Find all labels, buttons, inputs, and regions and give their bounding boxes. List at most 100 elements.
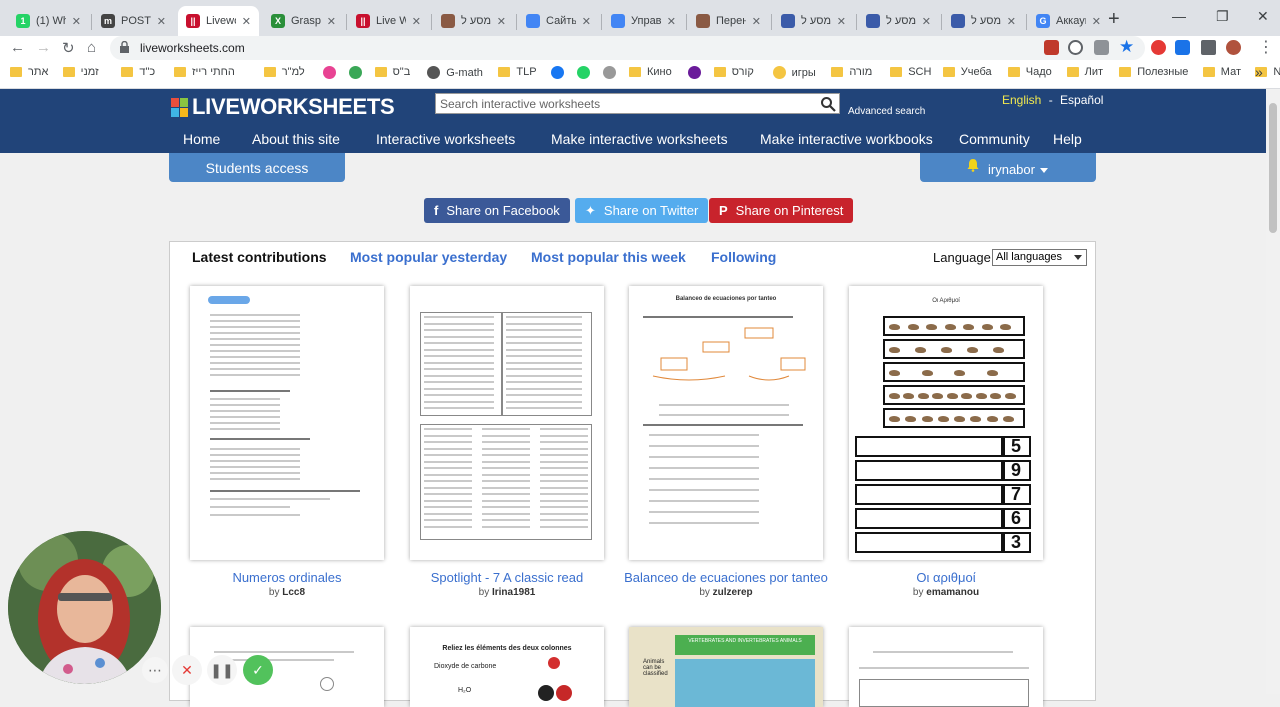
search-icon[interactable] bbox=[820, 96, 836, 112]
browser-tab[interactable]: 1 (1) Wha ✕ bbox=[8, 6, 89, 36]
author-name[interactable]: zulzerep bbox=[713, 587, 753, 598]
tab-close-icon[interactable]: ✕ bbox=[72, 15, 81, 28]
bookmark-item[interactable]: Учеба bbox=[942, 66, 992, 78]
lang-spanish-link[interactable]: Español bbox=[1060, 93, 1103, 107]
nav-home[interactable]: Home bbox=[183, 131, 220, 147]
bookmark-item[interactable]: מורה bbox=[831, 66, 872, 78]
bookmark-item[interactable] bbox=[322, 66, 342, 79]
worksheet-card[interactable]: Reliez les éléments des deux colonnes Di… bbox=[410, 627, 604, 707]
bookmark-item[interactable]: G-math bbox=[427, 66, 483, 79]
worksheet-title[interactable]: Οι αριθμοί bbox=[836, 570, 1056, 585]
tab-close-icon[interactable]: ✕ bbox=[922, 15, 931, 28]
bookmark-item[interactable] bbox=[603, 66, 622, 79]
author-name[interactable]: emamanou bbox=[926, 587, 979, 598]
page-scrollbar[interactable] bbox=[1266, 89, 1280, 694]
pause-recording-icon[interactable]: ❚❚ bbox=[207, 655, 237, 685]
share-pinterest-button[interactable]: P Share on Pinterest bbox=[709, 198, 854, 223]
tab-popular-week[interactable]: Most popular this week bbox=[531, 249, 686, 265]
nav-community[interactable]: Community bbox=[959, 131, 1030, 147]
nav-interactive-worksheets[interactable]: Interactive worksheets bbox=[376, 131, 515, 147]
nav-help[interactable]: Help bbox=[1053, 131, 1082, 147]
bookmark-item[interactable]: Мат bbox=[1202, 66, 1241, 78]
site-logo[interactable]: LIVEWORKSHEETS bbox=[171, 94, 395, 120]
tab-close-icon[interactable]: ✕ bbox=[582, 15, 591, 28]
bookmark-item[interactable]: קורס bbox=[713, 66, 754, 78]
browser-tab[interactable]: מסע ל ✕ bbox=[943, 6, 1024, 36]
browser-tab[interactable]: מסע ל ✕ bbox=[858, 6, 939, 36]
tab-popular-yesterday[interactable]: Most popular yesterday bbox=[350, 249, 507, 265]
browser-tab[interactable]: m POST di ✕ bbox=[93, 6, 174, 36]
bookmark-item[interactable]: ב"ס bbox=[374, 66, 410, 78]
bookmark-item[interactable]: Полезные bbox=[1119, 66, 1188, 78]
delete-recording-icon[interactable]: ✕ bbox=[172, 655, 202, 685]
address-bar[interactable]: liveworksheets.com bbox=[110, 36, 1145, 60]
worksheet-card[interactable]: Οι Αριθμοί 5 9 7 6 3 bbox=[849, 286, 1043, 560]
author-name[interactable]: Irina1981 bbox=[492, 587, 535, 598]
tab-latest-contributions[interactable]: Latest contributions bbox=[192, 249, 327, 265]
reload-icon[interactable]: ↻ bbox=[62, 39, 75, 57]
tab-close-icon[interactable]: ✕ bbox=[752, 15, 761, 28]
webcam-bubble[interactable] bbox=[8, 531, 161, 684]
browser-tab[interactable]: Управл ✕ bbox=[603, 6, 684, 36]
back-icon[interactable]: ← bbox=[10, 39, 25, 56]
puzzle-icon[interactable] bbox=[1201, 40, 1216, 55]
students-access-button[interactable]: Students access bbox=[169, 153, 345, 182]
share-twitter-button[interactable]: ✦ Share on Twitter bbox=[575, 198, 709, 223]
browser-tab[interactable]: G Аккаун ✕ bbox=[1028, 6, 1109, 36]
key-icon[interactable] bbox=[1068, 40, 1083, 55]
browser-tab[interactable]: Сайты ✕ bbox=[518, 6, 599, 36]
tab-close-icon[interactable]: ✕ bbox=[497, 15, 506, 28]
more-options-icon[interactable]: ⋯ bbox=[142, 657, 168, 683]
browser-tab[interactable]: מסע ל ✕ bbox=[433, 6, 514, 36]
close-window-icon[interactable]: ✕ bbox=[1257, 8, 1269, 25]
bookmark-item[interactable] bbox=[577, 66, 596, 79]
nav-make-workbooks[interactable]: Make interactive workbooks bbox=[760, 131, 933, 147]
bookmark-item[interactable]: כ"ד bbox=[121, 66, 155, 78]
bookmark-item[interactable] bbox=[348, 66, 368, 79]
minimize-icon[interactable]: — bbox=[1172, 8, 1186, 24]
advanced-search-link[interactable]: Advanced search bbox=[848, 106, 925, 117]
finish-recording-icon[interactable]: ✓ bbox=[243, 655, 273, 685]
forward-icon[interactable]: → bbox=[36, 39, 51, 56]
scrollbar-thumb[interactable] bbox=[1269, 103, 1277, 233]
bookmark-item[interactable] bbox=[551, 66, 570, 79]
nav-make-worksheets[interactable]: Make interactive worksheets bbox=[551, 131, 728, 147]
bookmark-star-icon[interactable]: ★ bbox=[1119, 37, 1134, 57]
extension-icon-2[interactable] bbox=[1151, 40, 1166, 55]
bookmark-item[interactable]: TLP bbox=[498, 66, 537, 78]
tab-close-icon[interactable]: ✕ bbox=[1007, 15, 1016, 28]
extension-icon[interactable] bbox=[1044, 40, 1059, 55]
search-input[interactable]: Search interactive worksheets bbox=[435, 93, 840, 114]
nav-about[interactable]: About this site bbox=[252, 131, 340, 147]
bookmark-item[interactable]: Лит bbox=[1066, 66, 1103, 78]
browser-tab[interactable]: X Graspa ✕ bbox=[263, 6, 344, 36]
worksheet-title[interactable]: Balanceo de ecuaciones por tanteo bbox=[616, 570, 836, 585]
profile-avatar[interactable] bbox=[1226, 40, 1241, 55]
browser-tab[interactable]: מסע ל ✕ bbox=[773, 6, 854, 36]
menu-icon[interactable]: ⋮ bbox=[1258, 37, 1274, 57]
user-menu-button[interactable]: irynabor bbox=[920, 153, 1096, 182]
extension-icon-3[interactable] bbox=[1175, 40, 1190, 55]
browser-tab[interactable]: || Live Wo ✕ bbox=[348, 6, 429, 36]
worksheet-card[interactable]: VERTEBRATES AND INVERTEBRATES ANIMALS An… bbox=[629, 627, 823, 707]
translate-icon[interactable] bbox=[1094, 40, 1109, 55]
bookmark-item[interactable]: החתי רייז bbox=[174, 66, 235, 78]
tab-close-icon[interactable]: ✕ bbox=[242, 15, 251, 28]
bookmark-item[interactable] bbox=[687, 66, 707, 79]
bookmark-item[interactable]: Чадо bbox=[1007, 66, 1052, 78]
tab-following[interactable]: Following bbox=[711, 249, 776, 265]
tab-close-icon[interactable]: ✕ bbox=[1092, 15, 1101, 28]
restore-icon[interactable]: ❐ bbox=[1216, 8, 1229, 25]
bookmark-item[interactable]: למ"ר bbox=[263, 66, 305, 78]
bookmark-item[interactable]: אתר bbox=[10, 66, 48, 78]
bookmark-item[interactable]: игры bbox=[772, 66, 816, 79]
bookmark-item[interactable]: Кино bbox=[629, 66, 672, 78]
tab-close-icon[interactable]: ✕ bbox=[327, 15, 336, 28]
worksheet-title[interactable]: Spotlight - 7 A classic read bbox=[397, 570, 617, 585]
new-tab-button[interactable]: + bbox=[1108, 8, 1120, 31]
tab-close-icon[interactable]: ✕ bbox=[157, 15, 166, 28]
bookmark-item[interactable]: SCH bbox=[890, 66, 931, 78]
browser-tab[interactable]: || Livewor ✕ bbox=[178, 6, 259, 36]
worksheet-card[interactable] bbox=[849, 627, 1043, 707]
share-facebook-button[interactable]: f Share on Facebook bbox=[424, 198, 570, 223]
